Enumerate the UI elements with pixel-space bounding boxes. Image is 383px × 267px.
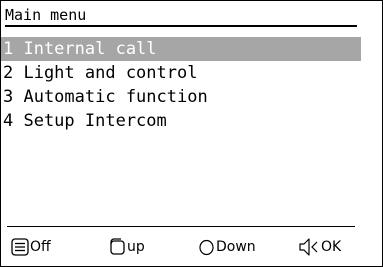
softkey-ok[interactable]: OK: [298, 229, 341, 265]
softkey-down[interactable]: Down: [198, 229, 256, 265]
softkey-down-label: Down: [216, 239, 256, 255]
softkey-off-label: Off: [30, 239, 51, 255]
circle-key-icon: [198, 239, 215, 256]
menu-item-automatic-function[interactable]: 3 Automatic function: [1, 85, 361, 109]
softkey-ok-label: OK: [321, 239, 342, 255]
intercom-display: Main menu 1 Internal call 2 Light and co…: [0, 0, 383, 267]
main-menu-list: 1 Internal call 2 Light and control 3 Au…: [1, 37, 361, 133]
page-title: Main menu: [5, 5, 357, 27]
softkey-up[interactable]: up: [108, 229, 145, 265]
menu-item-internal-call[interactable]: 1 Internal call: [1, 37, 361, 61]
menu-item-light-and-control[interactable]: 2 Light and control: [1, 61, 361, 85]
softkey-divider: [7, 226, 355, 227]
square-key-icon: [108, 238, 126, 256]
softkey-bar: Off up Down OK: [1, 229, 382, 265]
softkey-off[interactable]: Off: [11, 229, 51, 265]
softkey-up-label: up: [127, 239, 145, 255]
speaker-icon: [298, 237, 320, 257]
menu-list-icon: [11, 238, 29, 256]
menu-item-setup-intercom[interactable]: 4 Setup Intercom: [1, 109, 361, 133]
